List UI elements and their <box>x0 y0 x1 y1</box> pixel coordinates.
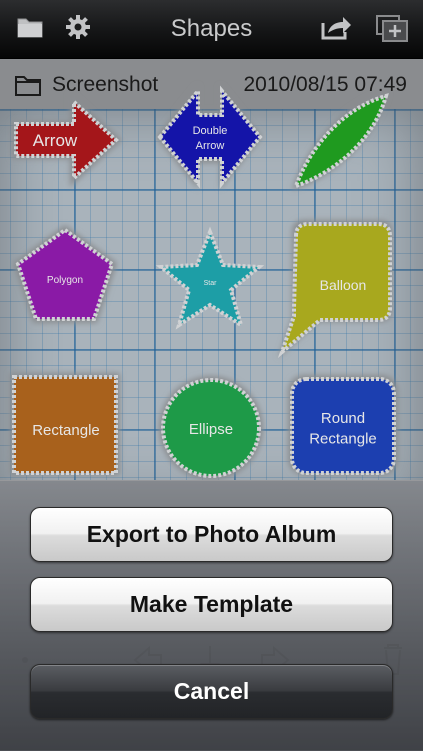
shape-leaf[interactable] <box>292 92 389 190</box>
export-to-photo-album-button[interactable]: Export to Photo Album <box>30 507 393 562</box>
page-title: Shapes <box>170 15 253 42</box>
shape-label: Polygon <box>47 275 83 286</box>
shape-ellipse[interactable]: Ellipse <box>159 376 263 480</box>
shape-label: Arrow <box>33 131 78 150</box>
shape-star[interactable]: Star <box>155 226 265 330</box>
share-icon[interactable] <box>320 13 352 46</box>
shape-polygon[interactable]: Polygon <box>13 225 117 323</box>
shape-round-rectangle[interactable]: Round Rectangle <box>288 375 398 475</box>
shape-label: Balloon <box>320 277 367 293</box>
shape-label: Ellipse <box>189 421 233 438</box>
nav-bar: Shapes <box>0 0 423 59</box>
shape-label: Star <box>204 280 218 287</box>
cancel-button[interactable]: Cancel <box>30 664 393 719</box>
shape-balloon[interactable]: Balloon <box>277 220 392 359</box>
document-canvas[interactable]: Screenshot 2010/08/15 07:49 Arrow Double… <box>0 59 423 480</box>
add-page-icon[interactable] <box>375 13 409 48</box>
make-template-button[interactable]: Make Template <box>30 577 393 632</box>
shapes-layer: Arrow DoubleArrow Polygon Star Balloon <box>10 85 398 480</box>
shape-double-arrow[interactable]: Double Arrow <box>156 85 263 189</box>
shape-rectangle[interactable]: Rectangle <box>10 373 120 475</box>
shape-label: Rectangle <box>32 422 100 439</box>
action-sheet: Export to Photo Album Make Template Canc… <box>0 480 423 751</box>
shape-arrow[interactable]: Arrow <box>12 93 122 187</box>
